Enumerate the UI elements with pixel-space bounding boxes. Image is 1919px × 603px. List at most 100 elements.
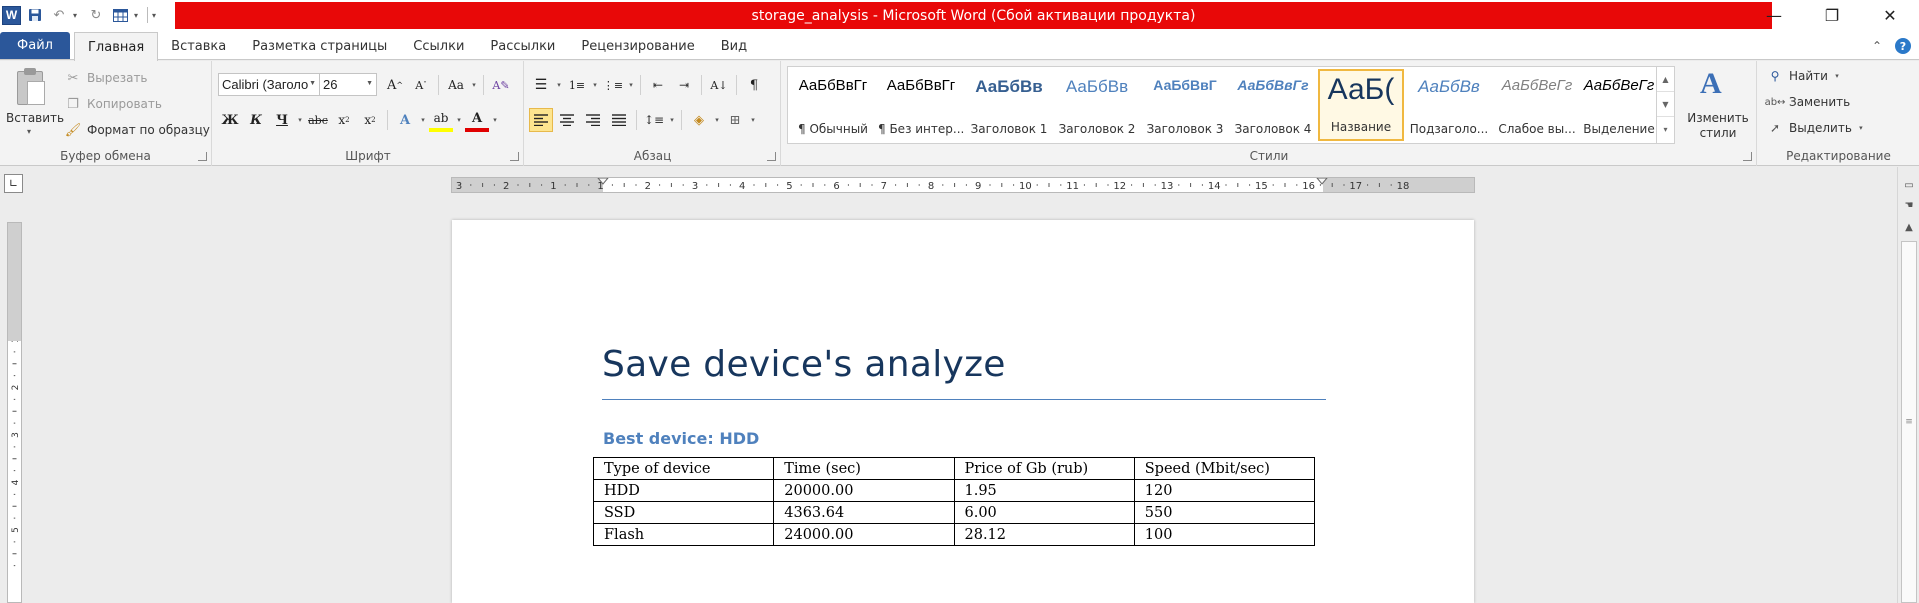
clipboard-launcher-icon[interactable]: . — [198, 152, 207, 161]
decrease-indent-icon[interactable]: ⇤ — [646, 73, 670, 97]
style-heading-2[interactable]: АаБбВв Заголовок 2 — [1054, 69, 1140, 141]
subscript-icon[interactable]: x2 — [332, 108, 356, 132]
restore-button[interactable]: ❐ — [1803, 0, 1861, 30]
table-cell[interactable]: 1.95 — [953, 479, 1135, 502]
paste-dropdown-icon[interactable]: ▾ — [27, 127, 31, 136]
hand-icon[interactable]: ☚ — [1901, 197, 1917, 213]
borders-dropdown-icon[interactable]: ▾ — [749, 116, 757, 124]
gallery-up-icon[interactable]: ▲ — [1657, 67, 1674, 92]
bullets-icon[interactable]: ☰ — [529, 73, 553, 97]
table-cell[interactable]: 100 — [1133, 523, 1316, 546]
show-marks-icon[interactable]: ¶ — [742, 73, 766, 97]
bullets-dropdown-icon[interactable]: ▾ — [555, 81, 563, 89]
numbering-icon[interactable]: 1≡ — [565, 73, 589, 97]
table-cell[interactable]: HDD — [592, 479, 775, 502]
change-case-dropdown-icon[interactable]: ▾ — [470, 81, 478, 89]
close-button[interactable]: ✕ — [1861, 0, 1919, 30]
undo-dropdown-icon[interactable]: ▾ — [73, 11, 82, 20]
find-button[interactable]: ⚲ Найти ▾ — [1766, 67, 1841, 85]
multilevel-list-icon[interactable]: ⋮≡ — [601, 73, 625, 97]
table-cell[interactable]: SSD — [592, 501, 775, 524]
view-ruler-icon[interactable]: ▭ — [1901, 177, 1917, 193]
horizontal-ruler[interactable]: 3 2 1 1 2 3 4 5 6 7 8 9 10 11 12 13 14 15 16 17 18 — [451, 177, 1475, 193]
undo-icon[interactable]: ↶ — [49, 5, 69, 25]
scroll-up-icon[interactable]: ▲ — [1901, 219, 1917, 235]
paragraph-launcher-icon[interactable]: . — [767, 152, 776, 161]
text-effects-dropdown-icon[interactable]: ▾ — [419, 116, 427, 124]
tab-view[interactable]: Вид — [708, 32, 760, 61]
document-heading[interactable]: Best device: HDD — [603, 429, 759, 448]
table-header-cell[interactable]: Time (sec) — [773, 457, 955, 480]
document-table[interactable]: Type of device Time (sec) Price of Gb (r… — [592, 457, 1316, 546]
cut-button[interactable]: ✂ Вырезать — [64, 69, 148, 87]
strikethrough-icon[interactable]: abc — [306, 108, 330, 132]
numbering-dropdown-icon[interactable]: ▾ — [591, 81, 599, 89]
sort-icon[interactable]: A↓ — [707, 73, 731, 97]
tab-home[interactable]: Главная — [74, 32, 159, 61]
paste-button[interactable]: Вставить — [6, 111, 64, 125]
table-cell[interactable]: 20000.00 — [773, 479, 955, 502]
copy-button[interactable]: ❐ Копировать — [64, 95, 162, 113]
minimize-ribbon-icon[interactable]: ⌃ — [1869, 38, 1885, 54]
style-heading-3[interactable]: АаБбВвГ Заголовок 3 — [1142, 69, 1228, 141]
tab-insert[interactable]: Вставка — [158, 32, 239, 61]
format-painter-button[interactable]: 🖌 Формат по образцу — [64, 121, 210, 139]
customize-icon[interactable]: ▾ — [152, 11, 161, 20]
style-no-spacing[interactable]: АаБбВвГг ¶ Без интер... — [878, 69, 964, 141]
redo-icon[interactable]: ↻ — [86, 5, 106, 25]
bold-icon[interactable]: Ж — [218, 108, 242, 132]
change-case-icon[interactable]: Aa — [444, 73, 468, 97]
paste-icon[interactable] — [15, 67, 47, 107]
multilevel-dropdown-icon[interactable]: ▾ — [627, 81, 635, 89]
style-heading-4[interactable]: АаБбВвГг Заголовок 4 — [1230, 69, 1316, 141]
vertical-scrollbar[interactable]: ▭ ☚ ▲ ≡ — [1897, 167, 1919, 603]
style-title[interactable]: АаБ( Название — [1318, 69, 1404, 141]
borders-icon[interactable]: ⊞ — [723, 108, 747, 132]
word-app-icon[interactable]: W — [2, 5, 21, 25]
align-left-icon[interactable] — [529, 108, 553, 132]
align-center-icon[interactable] — [555, 108, 579, 132]
style-subtitle[interactable]: АаБбВв Подзаголо... — [1406, 69, 1492, 141]
table-cell[interactable]: 24000.00 — [773, 523, 955, 546]
tab-selector-icon[interactable]: ∟ — [4, 174, 23, 193]
select-button[interactable]: ➚ Выделить ▾ — [1766, 119, 1865, 137]
table-cell[interactable]: 6.00 — [953, 501, 1135, 524]
highlight-icon[interactable]: ab — [429, 108, 453, 132]
align-right-icon[interactable] — [581, 108, 605, 132]
document-title[interactable]: Save device's analyze — [602, 344, 1006, 385]
table-header-cell[interactable]: Price of Gb (rub) — [953, 457, 1135, 480]
table-cell[interactable]: 28.12 — [953, 523, 1135, 546]
save-icon[interactable] — [25, 5, 45, 25]
shading-dropdown-icon[interactable]: ▾ — [713, 116, 721, 124]
table-header-cell[interactable]: Type of device — [592, 457, 775, 480]
right-indent-marker[interactable] — [1316, 178, 1328, 185]
text-effects-icon[interactable]: A — [393, 108, 417, 132]
vertical-ruler[interactable]: 2112345 — [7, 222, 22, 603]
shrink-font-icon[interactable]: Aˇ — [409, 73, 433, 97]
line-spacing-dropdown-icon[interactable]: ▾ — [668, 116, 676, 124]
tab-file[interactable]: Файл — [0, 32, 70, 59]
underline-dropdown-icon[interactable]: ▾ — [296, 116, 304, 124]
line-spacing-icon[interactable]: ↕≡ — [642, 108, 666, 132]
superscript-icon[interactable]: x2 — [358, 108, 382, 132]
highlight-dropdown-icon[interactable]: ▾ — [455, 116, 463, 124]
help-icon[interactable]: ? — [1895, 38, 1911, 54]
table-dropdown-icon[interactable]: ▾ — [134, 11, 143, 20]
replace-button[interactable]: ab↔ Заменить — [1765, 93, 1851, 111]
minimize-button[interactable]: — — [1745, 0, 1803, 30]
font-color-dropdown-icon[interactable]: ▾ — [491, 116, 499, 124]
table-icon[interactable] — [110, 5, 130, 25]
increase-indent-icon[interactable]: ⇥ — [672, 73, 696, 97]
style-emphasis[interactable]: АаБбВеГг Выделение — [1582, 69, 1656, 141]
table-cell[interactable]: 550 — [1133, 501, 1316, 524]
table-cell[interactable]: Flash — [592, 523, 775, 546]
tab-mailings[interactable]: Рассылки — [477, 32, 568, 61]
font-launcher-icon[interactable]: . — [510, 152, 519, 161]
tab-review[interactable]: Рецензирование — [568, 32, 707, 61]
clear-formatting-icon[interactable]: A✎ — [489, 73, 513, 97]
scrollbar-thumb[interactable]: ≡ — [1901, 241, 1917, 603]
font-color-icon[interactable]: A — [465, 108, 489, 132]
change-styles-button[interactable]: A Изменить стили — [1684, 67, 1752, 147]
font-size-select[interactable]: 26 ▼ — [319, 73, 377, 96]
styles-launcher-icon[interactable]: . — [1743, 152, 1752, 161]
